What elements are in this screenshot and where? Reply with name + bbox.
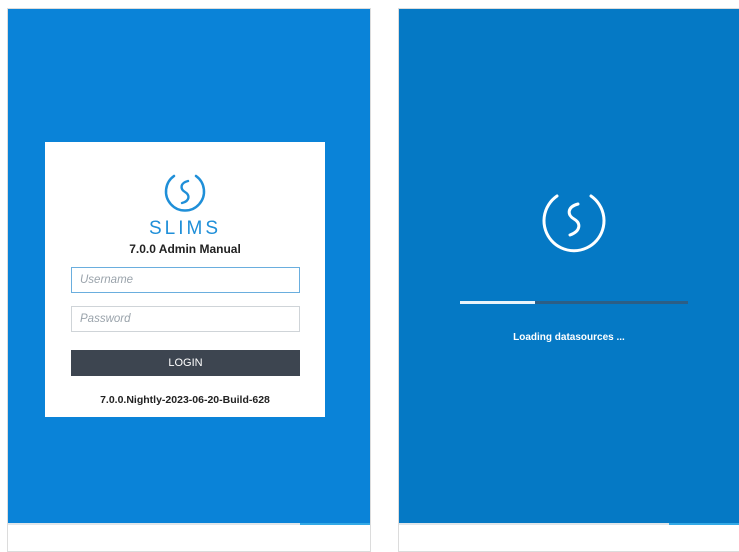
loading-status-text: Loading datasources ... [513, 332, 625, 343]
loading-background: Loading datasources ... [399, 9, 739, 523]
login-panel: SLIMS 7.0.0 Admin Manual LOGIN 7.0.0.Nig… [7, 8, 371, 552]
password-input[interactable] [71, 306, 300, 332]
loading-progress-fill [460, 301, 536, 304]
slims-logo-icon [542, 194, 606, 253]
loading-panel: Loading datasources ... [398, 8, 739, 552]
slims-logo-icon [164, 174, 206, 212]
login-background: SLIMS 7.0.0 Admin Manual LOGIN 7.0.0.Nig… [8, 9, 370, 523]
brand-name: SLIMS [148, 218, 222, 239]
username-input[interactable] [71, 267, 300, 293]
login-card: SLIMS 7.0.0 Admin Manual LOGIN 7.0.0.Nig… [45, 142, 325, 417]
bottom-accent [300, 523, 370, 525]
login-button[interactable]: LOGIN [71, 350, 300, 376]
loading-progress-bar [460, 301, 688, 304]
bottom-accent [669, 523, 739, 525]
manual-title: 7.0.0 Admin Manual [129, 242, 241, 256]
build-version: 7.0.0.Nightly-2023-06-20-Build-628 [100, 394, 270, 406]
